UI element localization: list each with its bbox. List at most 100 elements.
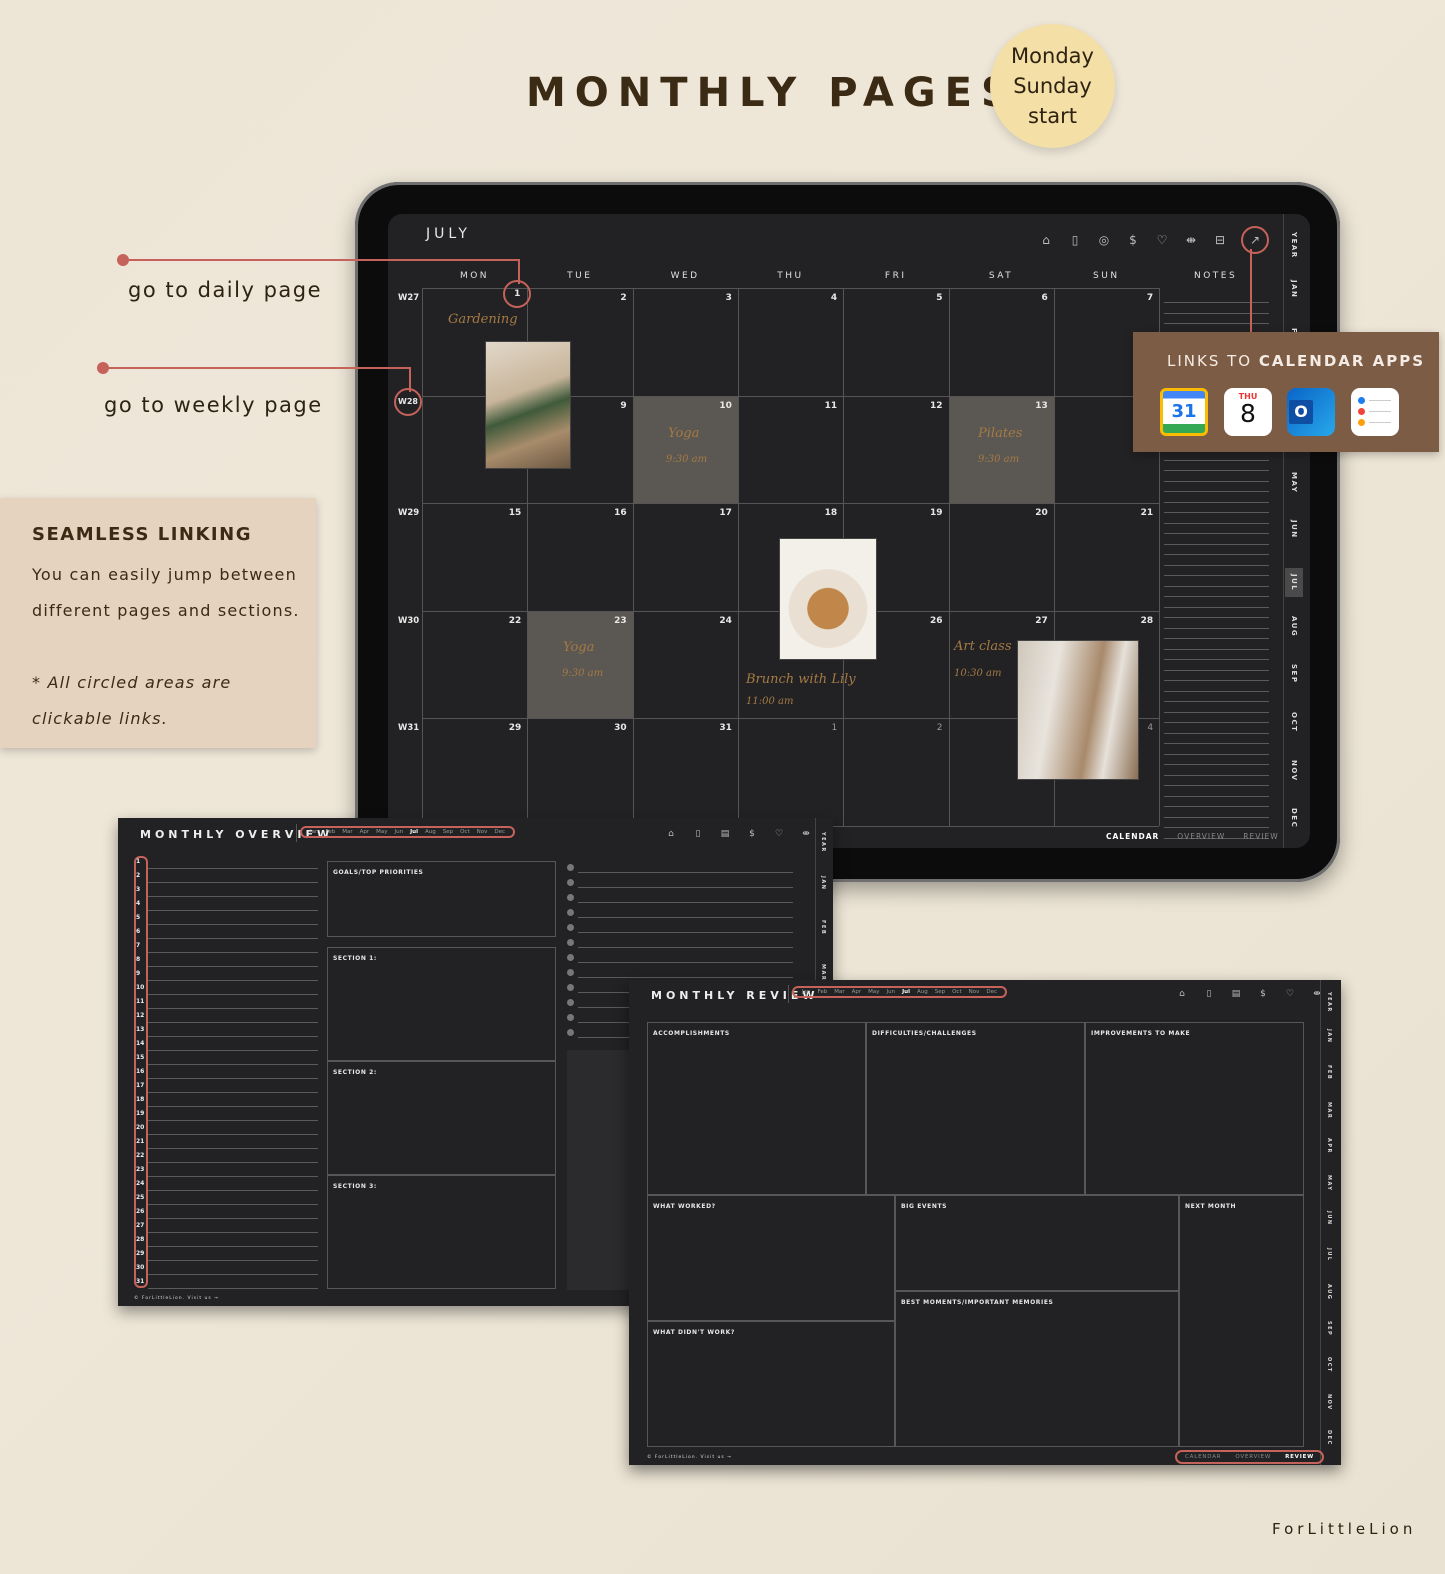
date-cell[interactable]: 13: [1024, 401, 1048, 411]
tab-overview[interactable]: OVERVIEW: [1177, 832, 1225, 841]
accomplishments-box[interactable]: ACCOMPLISHMENTS: [647, 1022, 866, 1195]
bullet-line[interactable]: [578, 947, 793, 948]
date-cell[interactable]: 7: [1129, 293, 1153, 303]
tab-overview[interactable]: OVERVIEW: [1235, 1454, 1271, 1460]
day-line[interactable]: [148, 1218, 318, 1219]
notes-line[interactable]: [1164, 564, 1269, 566]
notes-line[interactable]: [1164, 543, 1269, 545]
bullet-line[interactable]: [578, 872, 793, 873]
overview-month-nav[interactable]: Jan Feb Mar Apr May Jun Jul Aug Sep Oct Nov Dec: [300, 826, 515, 838]
tab-calendar[interactable]: CALENDAR: [1185, 1454, 1221, 1460]
month-link-jul[interactable]: Jul: [410, 829, 418, 835]
side-tab-year[interactable]: YEAR: [1290, 232, 1298, 259]
heart-icon[interactable]: ♡: [771, 826, 787, 842]
date-cell[interactable]: 6: [1024, 293, 1048, 303]
day-line[interactable]: [148, 1092, 318, 1093]
month-link-jun[interactable]: Jun: [395, 829, 404, 835]
side-tab-jan[interactable]: JAN: [1290, 280, 1298, 298]
day-line[interactable]: [148, 966, 318, 967]
day-number[interactable]: 21: [136, 1138, 144, 1145]
date-cell[interactable]: 10: [708, 401, 732, 411]
date-cell[interactable]: 28: [1129, 616, 1154, 626]
side-tab-nov[interactable]: NOV: [1290, 760, 1298, 782]
month-link-sep[interactable]: Sep: [935, 989, 945, 995]
day-number[interactable]: 2: [136, 872, 140, 879]
review-month-nav[interactable]: Jan Feb Mar Apr May Jun Jul Aug Sep Oct Nov Dec: [792, 986, 1007, 998]
dollar-icon[interactable]: $: [1255, 986, 1271, 1002]
side-tab-feb[interactable]: FEB: [1326, 1065, 1332, 1080]
week-label[interactable]: W27: [398, 293, 419, 303]
day-line[interactable]: [148, 924, 318, 925]
briefcase-icon[interactable]: ⊟: [1212, 232, 1228, 248]
next-month-box[interactable]: NEXT MONTH: [1179, 1195, 1304, 1447]
side-tab-oct[interactable]: OCT: [1290, 712, 1298, 732]
month-link-apr[interactable]: Apr: [360, 829, 370, 835]
day-number[interactable]: 27: [136, 1222, 144, 1229]
notes-line[interactable]: [1164, 795, 1269, 797]
date-cell[interactable]: 12: [919, 401, 943, 411]
what-worked-box[interactable]: WHAT WORKED?: [647, 1195, 895, 1321]
side-tab-mar[interactable]: MAR: [820, 964, 826, 981]
notes-line[interactable]: [1164, 470, 1269, 471]
month-link-nov[interactable]: Nov: [477, 829, 488, 835]
day-number[interactable]: 16: [136, 1068, 144, 1075]
date-cell[interactable]: 11: [813, 401, 838, 411]
date-cell[interactable]: 1: [813, 723, 837, 733]
notes-line[interactable]: [1164, 585, 1269, 587]
day-line[interactable]: [148, 1260, 318, 1261]
notes-line[interactable]: [1164, 680, 1269, 681]
side-tab-year[interactable]: YEAR: [1326, 992, 1332, 1013]
notes-line[interactable]: [1164, 648, 1269, 650]
day-line[interactable]: [148, 896, 318, 897]
day-number[interactable]: 26: [136, 1208, 144, 1215]
month-link-apr[interactable]: Apr: [852, 989, 862, 995]
notes-line[interactable]: [1164, 302, 1269, 303]
day-line[interactable]: [148, 938, 318, 939]
date-cell[interactable]: 18: [813, 508, 838, 518]
date-cell[interactable]: 20: [1024, 508, 1048, 518]
page-icon[interactable]: ▯: [1201, 986, 1217, 1002]
date-cell[interactable]: 9: [603, 401, 626, 411]
day-line[interactable]: [148, 868, 318, 869]
day-number[interactable]: 4: [136, 900, 140, 907]
overview-section-box[interactable]: SECTION 2:: [327, 1061, 556, 1175]
day-line[interactable]: [148, 1036, 318, 1037]
date-cell[interactable]: 2: [603, 293, 626, 303]
day-line[interactable]: [148, 952, 318, 953]
side-tab-jun[interactable]: JUN: [1290, 520, 1298, 539]
date-cell[interactable]: 16: [603, 508, 627, 518]
day-number[interactable]: 17: [136, 1082, 144, 1089]
day-line[interactable]: [148, 1162, 318, 1163]
day-number[interactable]: 30: [136, 1264, 144, 1271]
month-link-aug[interactable]: Aug: [917, 989, 928, 995]
notes-line[interactable]: [1164, 806, 1269, 807]
day-number[interactable]: 14: [136, 1040, 144, 1047]
day-number[interactable]: 8: [136, 956, 140, 963]
date-cell[interactable]: 30: [603, 723, 627, 733]
notes-line[interactable]: [1164, 501, 1269, 503]
difficulties-box[interactable]: DIFFICULTIES/CHALLENGES: [866, 1022, 1085, 1195]
month-link-oct[interactable]: Oct: [952, 989, 962, 995]
tab-review[interactable]: REVIEW: [1285, 1454, 1314, 1460]
day-number[interactable]: 11: [136, 998, 144, 1005]
day-line[interactable]: [148, 1190, 318, 1191]
side-tab-oct[interactable]: OCT: [1326, 1357, 1332, 1373]
day-line[interactable]: [148, 1106, 318, 1107]
month-link-nov[interactable]: Nov: [969, 989, 980, 995]
day-number[interactable]: 6: [136, 928, 140, 935]
date-cell[interactable]: 21: [1129, 508, 1154, 518]
page-icon[interactable]: ▯: [1067, 232, 1083, 248]
date-cell[interactable]: 27: [1024, 616, 1048, 626]
bullet-line[interactable]: [578, 977, 793, 978]
side-tab-sep[interactable]: SEP: [1290, 664, 1298, 683]
tab-review[interactable]: REVIEW: [1243, 832, 1278, 841]
side-tab-apr[interactable]: APR: [1326, 1138, 1332, 1154]
date-cell[interactable]: 17: [708, 508, 732, 518]
day-line[interactable]: [148, 994, 318, 995]
outlook-icon[interactable]: O: [1287, 388, 1335, 436]
week-label[interactable]: W28: [394, 387, 422, 416]
day-number[interactable]: 9: [136, 970, 140, 977]
overview-section-box[interactable]: SECTION 3:: [327, 1175, 556, 1289]
date-cell[interactable]: 15: [497, 508, 522, 518]
side-tab-aug[interactable]: AUG: [1326, 1284, 1332, 1300]
